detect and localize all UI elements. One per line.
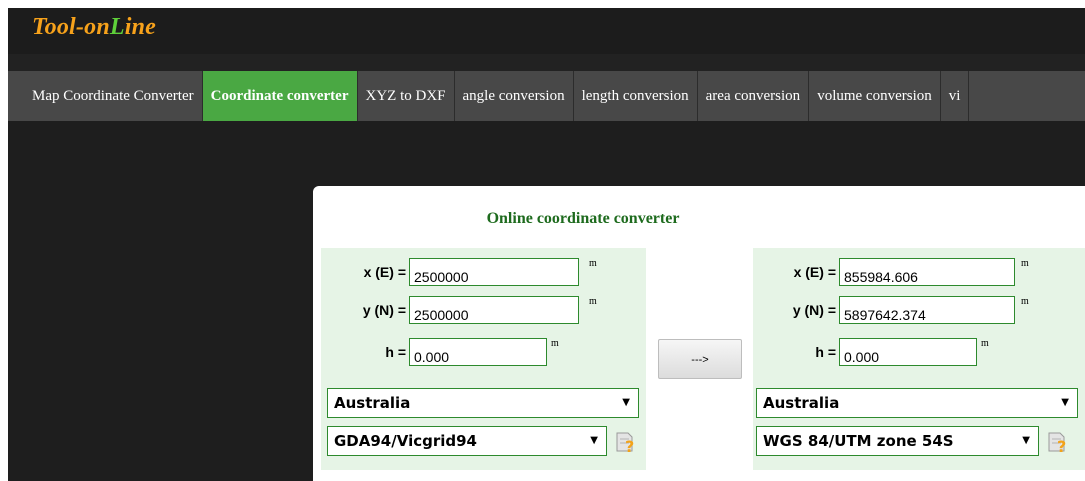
target-system-value: WGS 84/UTM zone 54S bbox=[763, 432, 954, 450]
convert-button[interactable]: ---> bbox=[658, 339, 742, 379]
source-x-row: x (E) = 2500000 m bbox=[321, 258, 646, 288]
source-system-select[interactable]: GDA94/Vicgrid94 ▼ bbox=[327, 426, 607, 456]
target-h-row: h = 0.000 m bbox=[753, 338, 1085, 368]
source-country-select[interactable]: Australia ▼ bbox=[327, 388, 639, 418]
svg-text:?: ? bbox=[625, 437, 634, 454]
target-y-input[interactable]: 5897642.374 bbox=[839, 296, 1015, 324]
converter-title: Online coordinate converter bbox=[486, 210, 680, 227]
source-y-input[interactable]: 2500000 bbox=[409, 296, 579, 324]
logo-part: ine bbox=[124, 14, 157, 40]
target-y-unit: m bbox=[1021, 296, 1029, 307]
help-icon[interactable]: ? bbox=[614, 430, 636, 454]
nav-item-area-conversion[interactable]: area conversion bbox=[698, 71, 810, 121]
target-y-row: y (N) = 5897642.374 m bbox=[753, 296, 1085, 326]
main-nav: Map Coordinate Converter Coordinate conv… bbox=[8, 71, 1085, 121]
source-x-unit: m bbox=[589, 258, 597, 269]
source-h-unit: m bbox=[551, 338, 559, 349]
source-box: x (E) = 2500000 m y (N) = 2500000 m h = … bbox=[321, 248, 646, 470]
target-x-unit: m bbox=[1021, 258, 1029, 269]
nav-item-coordinate-converter[interactable]: Coordinate converter bbox=[202, 71, 358, 121]
source-country-value: Australia bbox=[334, 394, 411, 412]
source-h-input[interactable]: 0.000 bbox=[409, 338, 547, 366]
site-logo[interactable]: Tool-onLine bbox=[32, 14, 156, 41]
header: Tool-onLine bbox=[8, 8, 1085, 54]
converter-panel: Online coordinate converter x (E) = 2500… bbox=[313, 186, 1085, 481]
nav-item-truncated[interactable]: vi bbox=[941, 71, 970, 121]
source-x-input[interactable]: 2500000 bbox=[409, 258, 579, 286]
chevron-down-icon: ▼ bbox=[590, 435, 598, 446]
target-h-label: h = bbox=[815, 344, 836, 360]
chevron-down-icon: ▼ bbox=[1061, 397, 1069, 408]
target-x-label: x (E) = bbox=[793, 264, 836, 280]
source-x-label: x (E) = bbox=[363, 264, 406, 280]
nav-item-map-coordinate-converter[interactable]: Map Coordinate Converter bbox=[8, 71, 203, 121]
source-system-value: GDA94/Vicgrid94 bbox=[334, 432, 477, 450]
source-y-row: y (N) = 2500000 m bbox=[321, 296, 646, 326]
target-country-select[interactable]: Australia ▼ bbox=[756, 388, 1078, 418]
source-y-label: y (N) = bbox=[362, 302, 406, 318]
target-y-label: y (N) = bbox=[792, 302, 836, 318]
logo-part: Tool-on bbox=[32, 14, 110, 40]
chevron-down-icon: ▼ bbox=[622, 397, 630, 408]
logo-part: L bbox=[109, 14, 125, 40]
target-h-unit: m bbox=[981, 338, 989, 349]
chevron-down-icon: ▼ bbox=[1022, 435, 1030, 446]
page: Tool-onLine Map Coordinate Converter Coo… bbox=[8, 8, 1085, 481]
help-icon[interactable]: ? bbox=[1046, 430, 1068, 454]
source-h-row: h = 0.000 m bbox=[321, 338, 646, 368]
target-x-input[interactable]: 855984.606 bbox=[839, 258, 1015, 286]
target-system-select[interactable]: WGS 84/UTM zone 54S ▼ bbox=[756, 426, 1039, 456]
source-h-label: h = bbox=[385, 344, 406, 360]
header-separator bbox=[8, 54, 1085, 71]
target-h-input[interactable]: 0.000 bbox=[839, 338, 977, 366]
target-x-row: x (E) = 855984.606 m bbox=[753, 258, 1085, 288]
nav-item-angle-conversion[interactable]: angle conversion bbox=[455, 71, 574, 121]
target-box: x (E) = 855984.606 m y (N) = 5897642.374… bbox=[753, 248, 1085, 470]
nav-item-xyz-to-dxf[interactable]: XYZ to DXF bbox=[358, 71, 455, 121]
nav-item-length-conversion[interactable]: length conversion bbox=[574, 71, 698, 121]
source-y-unit: m bbox=[589, 296, 597, 307]
svg-text:?: ? bbox=[1057, 437, 1066, 454]
target-country-value: Australia bbox=[763, 394, 840, 412]
nav-item-volume-conversion[interactable]: volume conversion bbox=[809, 71, 941, 121]
